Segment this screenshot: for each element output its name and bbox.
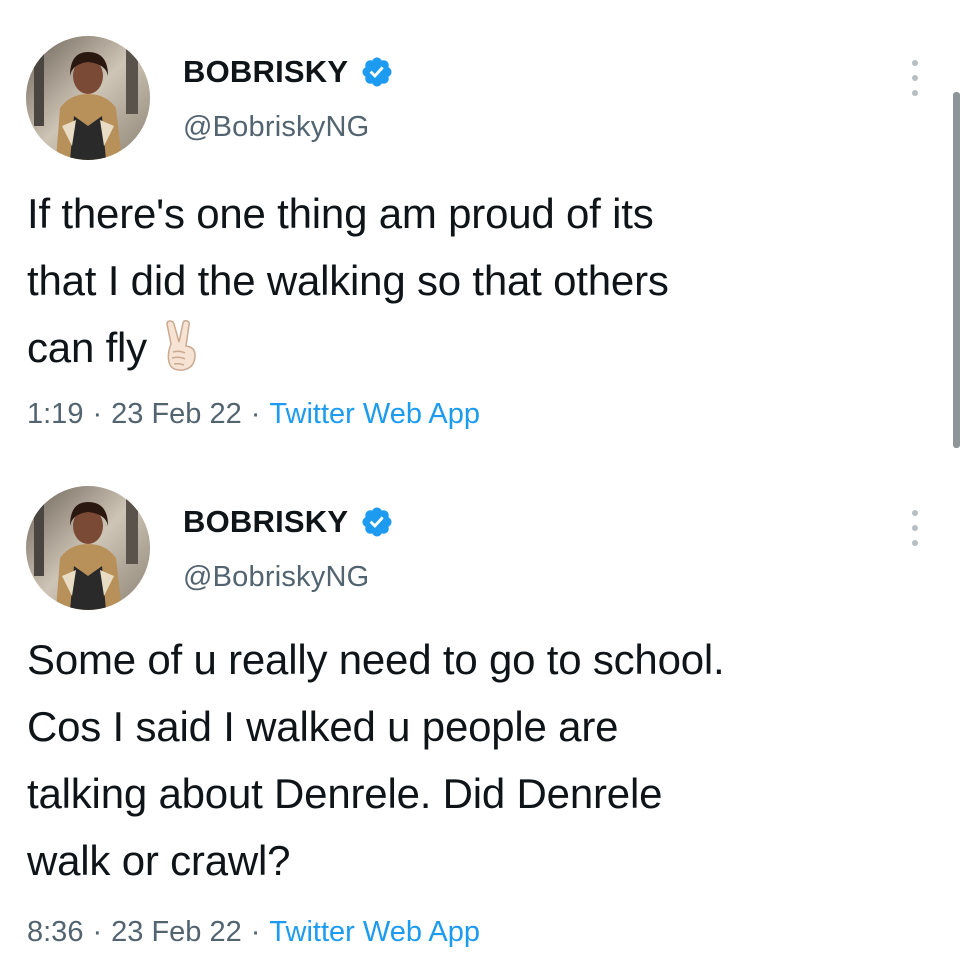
tweet-meta: 8:36 · 23 Feb 22 · Twitter Web App: [27, 916, 480, 949]
tweet-text-line: walk or crawl?: [27, 837, 291, 884]
tweet-meta: 1:19 · 23 Feb 22 · Twitter Web App: [27, 398, 480, 431]
more-options-icon[interactable]: [900, 56, 930, 100]
display-name[interactable]: BOBRISKY: [183, 54, 348, 90]
tweet-text-line: that I did the walking so that others: [27, 257, 669, 304]
author-name-row[interactable]: BOBRISKY: [183, 502, 394, 542]
tweet-time[interactable]: 8:36: [27, 916, 83, 948]
avatar[interactable]: [26, 486, 150, 610]
meta-separator: ·: [92, 398, 103, 430]
avatar[interactable]: [26, 36, 150, 160]
display-name[interactable]: BOBRISKY: [183, 504, 348, 540]
tweet-text-line: can fly: [27, 314, 927, 381]
tweet: BOBRISKY @BobriskyNG Some of u really ne…: [0, 470, 960, 960]
author-name-row[interactable]: BOBRISKY: [183, 52, 394, 92]
verified-badge-icon: [360, 505, 394, 539]
tweet: BOBRISKY @BobriskyNG If there's one thin…: [0, 0, 960, 470]
scrollbar[interactable]: [953, 92, 960, 448]
meta-separator: ·: [250, 916, 261, 948]
more-options-icon[interactable]: [900, 506, 930, 550]
user-handle[interactable]: @BobriskyNG: [183, 111, 369, 144]
verified-badge-icon: [360, 55, 394, 89]
tweet-time[interactable]: 1:19: [27, 398, 83, 430]
tweet-text-line: Cos I said I walked u people are: [27, 703, 619, 750]
tweet-text-fragment: can fly: [27, 324, 147, 371]
profile-photo-icon: [26, 486, 150, 610]
tweet-text: If there's one thing am proud of its tha…: [27, 180, 927, 381]
meta-separator: ·: [250, 398, 261, 430]
tweet-source-link[interactable]: Twitter Web App: [269, 916, 480, 948]
victory-hand-icon: [159, 320, 205, 372]
tweet-date[interactable]: 23 Feb 22: [111, 398, 242, 430]
tweet-date[interactable]: 23 Feb 22: [111, 916, 242, 948]
user-handle[interactable]: @BobriskyNG: [183, 561, 369, 594]
profile-photo-icon: [26, 36, 150, 160]
tweet-text-line: If there's one thing am proud of its: [27, 190, 654, 237]
tweet-text-line: talking about Denrele. Did Denrele: [27, 770, 663, 817]
tweet-text-line: Some of u really need to go to school.: [27, 636, 725, 683]
meta-separator: ·: [92, 916, 103, 948]
tweet-text: Some of u really need to go to school. C…: [27, 626, 927, 894]
tweet-source-link[interactable]: Twitter Web App: [269, 398, 480, 430]
